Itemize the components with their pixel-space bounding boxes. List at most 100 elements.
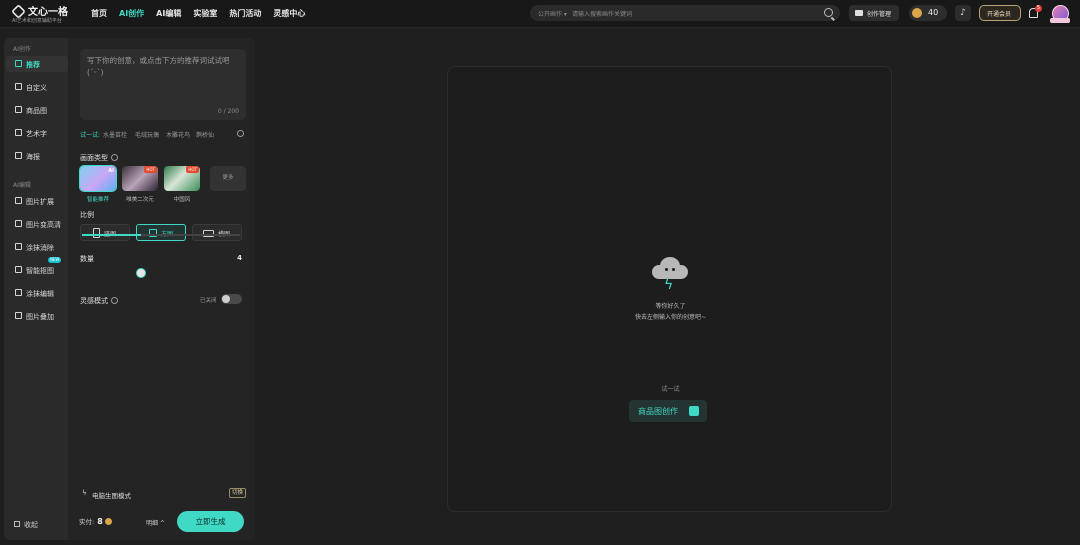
style-type-text: 画面类型: [80, 154, 108, 162]
sidebar-item-brush-edit[interactable]: 涂抹编辑: [6, 285, 68, 301]
vip-label: 开通会员: [987, 11, 1012, 18]
search-input[interactable]: 请输入搜索画作关键词: [572, 9, 632, 18]
nav-ai-create[interactable]: AI创作: [119, 8, 144, 19]
vip-button[interactable]: 开通会员: [979, 5, 1021, 21]
sidebar-item-overlay[interactable]: 图片叠加: [6, 308, 68, 324]
create-panel: AI创作 推荐 自定义 商品图 艺术字 海报 AI编辑 图片扩展 图片变高清 涂…: [4, 38, 255, 540]
tiktok-icon[interactable]: ♪: [955, 5, 971, 21]
sidebar-item-label: 海报: [26, 153, 40, 161]
logo-title: 文心一格: [28, 7, 68, 18]
sidebar-item-hd[interactable]: 图片变高清: [6, 216, 68, 232]
sidebar-item-label: 涂抹消除: [26, 244, 54, 252]
hot-badge: HOT: [144, 166, 157, 173]
cloud-icon: [652, 257, 688, 279]
quantity-label: 数量: [80, 255, 94, 263]
sidebar-item-erase[interactable]: 涂抹消除: [6, 239, 68, 255]
style-card-anime[interactable]: HOT: [122, 166, 158, 191]
try-chip[interactable]: 毛绒玩偶: [135, 130, 159, 139]
inspiration-mode-label: 灵感模式: [80, 296, 118, 306]
quantity-slider-handle[interactable]: [136, 268, 147, 278]
nav-ai-edit[interactable]: AI编辑: [156, 8, 181, 19]
pc-mode-label: 电脑生图模式: [92, 492, 131, 500]
switch-mode-button[interactable]: 切换: [229, 488, 246, 498]
nav-lab[interactable]: 实验室: [193, 8, 217, 19]
expand-icon: [15, 197, 22, 204]
style-name: 智能推荐: [86, 197, 109, 203]
info-icon[interactable]: [111, 154, 118, 161]
ratio-portrait-button[interactable]: 竖图: [80, 224, 130, 241]
sidebar-item-recommend[interactable]: 推荐: [6, 56, 68, 72]
try-chip[interactable]: 鹊桥仙: [196, 130, 214, 139]
refresh-icon[interactable]: [237, 130, 244, 137]
info-icon[interactable]: [111, 297, 118, 304]
cta-label: 商品图创作: [638, 407, 678, 416]
ratio-square-button[interactable]: 方图: [136, 224, 186, 241]
layers-icon: [15, 312, 22, 319]
try-chip[interactable]: 木雕花鸟: [166, 130, 190, 139]
quantity-slider[interactable]: [82, 234, 240, 236]
creation-manage-button[interactable]: 创作管理: [849, 5, 899, 21]
product-icon: [689, 406, 699, 416]
style-name: 中国风: [173, 197, 191, 203]
collapse-button[interactable]: 收起: [14, 520, 38, 530]
style-card-smart[interactable]: AI: [79, 165, 117, 192]
sidebar-item-label: 智能抠图: [26, 267, 54, 275]
sidebar-item-label: 自定义: [26, 84, 47, 92]
prompt-placeholder: 写下你的创意，或点击下方的推荐词试试吧(ˊᵕˋ): [87, 56, 230, 77]
new-badge: NEW: [48, 257, 62, 263]
cost-summary: 实付: 8: [79, 516, 112, 526]
sidebar: AI创作 推荐 自定义 商品图 艺术字 海报 AI编辑 图片扩展 图片变高清 涂…: [4, 38, 68, 540]
sidebar-item-label: 涂抹编辑: [26, 290, 54, 298]
logo[interactable]: 文心一格 AI艺术和创意辅助平台: [11, 3, 76, 25]
style-card-chinese[interactable]: HOT: [164, 166, 200, 191]
eraser-icon: [15, 243, 22, 250]
product-image-create-button[interactable]: 商品图创作: [629, 400, 707, 422]
collapse-label: 收起: [24, 521, 38, 529]
empty-message-title: 等你好久了: [655, 303, 686, 310]
sidebar-item-art-text[interactable]: 艺术字: [6, 125, 68, 141]
folder-icon: [855, 10, 863, 16]
points-balance[interactable]: 40: [909, 5, 947, 21]
sidebar-item-label: 推荐: [26, 61, 40, 69]
bolt-icon: ϟ: [82, 489, 87, 497]
search-scope-dropdown[interactable]: 公开画作 ▾: [538, 9, 567, 18]
sidebar-item-label: 图片变高清: [26, 221, 61, 229]
try-label: 试一试:: [80, 132, 101, 139]
main-nav: 首页 AI创作 AI编辑 实验室 热门活动 灵感中心: [91, 8, 305, 19]
ratio-label: 比例: [80, 211, 94, 219]
sidebar-section-create: AI创作: [13, 46, 31, 53]
prompt-char-count: 0 / 200: [217, 108, 239, 115]
ai-tag: AI: [108, 168, 114, 174]
pc-mode-row: ϟ 电脑生图模式 切换: [80, 488, 246, 500]
generate-button[interactable]: 立即生成: [177, 511, 244, 532]
nav-home[interactable]: 首页: [91, 8, 107, 19]
hd-icon: [15, 220, 22, 227]
prompt-input[interactable]: 写下你的创意，或点击下方的推荐词试试吧(ˊᵕˋ) 0 / 200: [80, 49, 246, 120]
sidebar-item-custom[interactable]: 自定义: [6, 79, 68, 95]
nav-events[interactable]: 热门活动: [229, 8, 261, 19]
notification-badge: 5: [1035, 5, 1042, 12]
quantity-slider-fill: [82, 234, 142, 236]
sidebar-item-poster[interactable]: 海报: [6, 148, 68, 164]
sidebar-item-extend[interactable]: 图片扩展: [6, 193, 68, 209]
search-bar[interactable]: 公开画作 ▾ 请输入搜索画作关键词: [530, 5, 840, 21]
ratio-landscape-button[interactable]: 横图: [192, 224, 242, 241]
cost-detail-button[interactable]: 明细 ^: [146, 518, 165, 527]
cutout-icon: [15, 266, 22, 273]
style-more-button[interactable]: 更多: [210, 166, 246, 191]
nav-inspiration[interactable]: 灵感中心: [273, 8, 305, 19]
inspiration-toggle[interactable]: [221, 294, 242, 304]
try-chip[interactable]: 水墨苗栓: [103, 130, 127, 139]
search-icon[interactable]: [824, 8, 833, 17]
sidebar-item-cutout[interactable]: 智能抠图 NEW: [6, 257, 68, 278]
cost-label: 实付:: [79, 518, 95, 526]
sidebar-item-label: 图片叠加: [26, 313, 54, 321]
points-value: 40: [928, 8, 939, 17]
inspiration-state: 已关闭: [200, 298, 217, 304]
coin-icon: [104, 518, 112, 525]
brush-icon: [15, 289, 22, 296]
sidebar-item-label: 商品图: [26, 107, 47, 115]
quantity-value: 4: [237, 254, 242, 262]
sidebar-item-product[interactable]: 商品图: [6, 102, 68, 118]
toggle-knob: [222, 295, 230, 303]
